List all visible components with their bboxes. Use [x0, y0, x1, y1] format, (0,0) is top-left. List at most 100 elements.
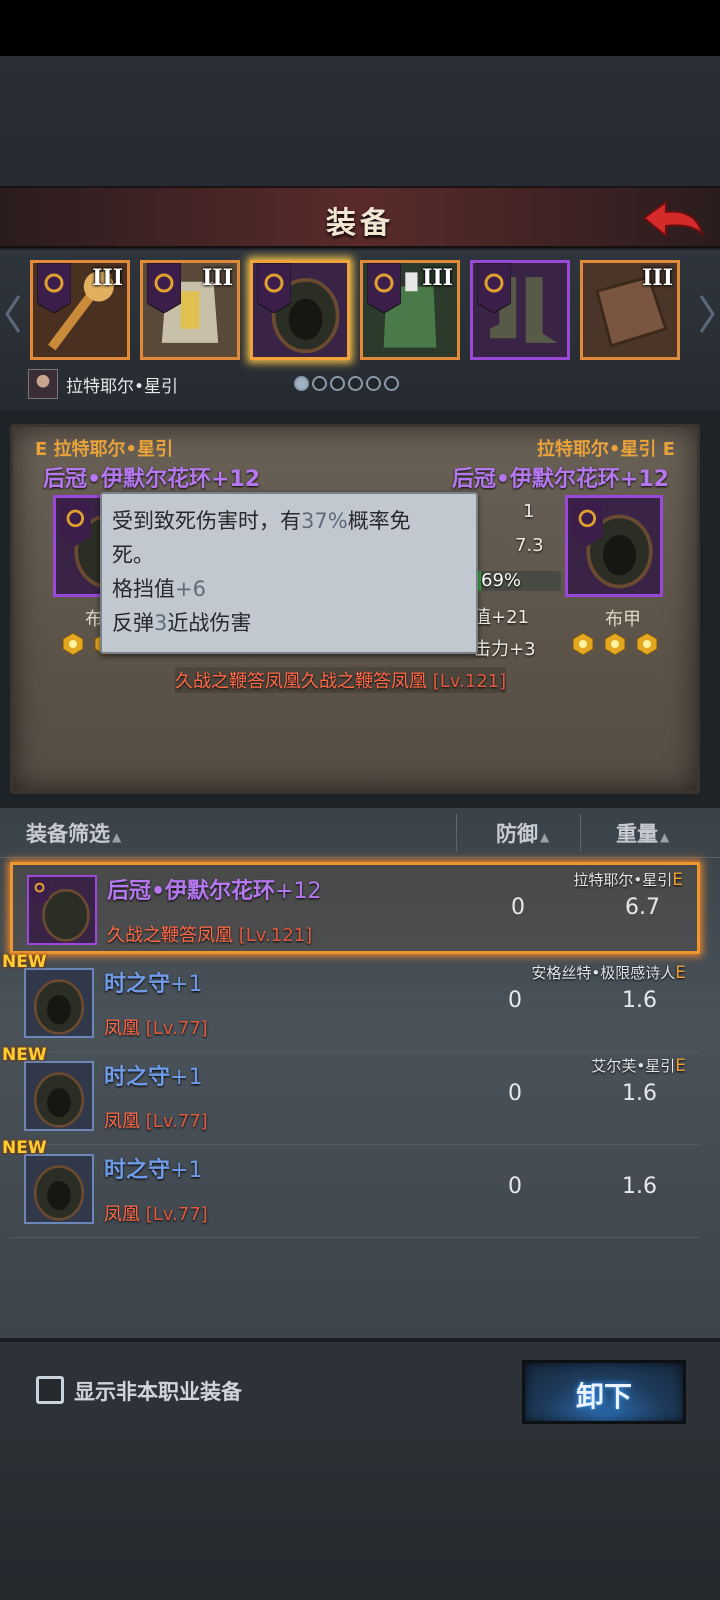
right-owner: 拉特耶尔•星引 E	[536, 439, 675, 460]
gem-socket-icon	[604, 632, 626, 656]
tier-label: III	[422, 265, 453, 291]
hood-icon	[33, 979, 85, 1035]
stat-value: 7.3	[515, 535, 544, 556]
tooltip-line: 受到致死伤害时，有37%概率免	[112, 509, 411, 533]
equipment-list: 装备筛选 ▲ 防御 ▲ 重量 ▲ 后冠•伊默尔花环+12 久战之鞭答凤凰 [Lv.12…	[0, 808, 720, 1360]
durability-bar: 69%	[469, 571, 561, 591]
chevron-right-icon[interactable]	[698, 294, 716, 334]
slot-head[interactable]	[250, 260, 350, 360]
page-dot[interactable]	[294, 376, 309, 391]
guild-banner-icon	[477, 263, 511, 313]
chevron-left-icon[interactable]	[4, 294, 22, 334]
stat-value: 击力+3	[473, 639, 536, 660]
slot-chest[interactable]: III	[140, 260, 240, 360]
page-dot[interactable]	[384, 376, 399, 391]
stat-value: 1	[523, 501, 535, 522]
show-other-class-checkbox[interactable]	[36, 1376, 64, 1404]
page-dot[interactable]	[330, 376, 345, 391]
guild-banner-icon	[147, 263, 181, 313]
effect-tooltip: 受到致死伤害时，有37%概率免 死。 格挡值+6 反弹3近战伤害	[100, 492, 478, 654]
hood-icon	[33, 1165, 85, 1221]
unequip-label: 卸下	[575, 1380, 632, 1413]
weight-sort-button[interactable]: 重量 ▲	[616, 818, 669, 848]
item-set: 凤凰 [Lv.77]	[104, 1111, 208, 1132]
item-owner: 艾尔芙•星引E	[591, 1056, 686, 1076]
item-set: 凤凰 [Lv.77]	[104, 1018, 208, 1039]
item-weight: 1.6	[622, 988, 657, 1013]
item-defense: 0	[508, 1081, 522, 1106]
hood-icon	[33, 1072, 85, 1128]
gem-socket-icon	[636, 632, 658, 656]
left-item-name: 后冠•伊默尔花环+12	[43, 467, 261, 492]
item-weight: 1.6	[622, 1081, 657, 1106]
tier-label: III	[202, 265, 233, 291]
page-dot[interactable]	[366, 376, 381, 391]
item-defense: 0	[511, 895, 525, 920]
list-item[interactable]: NEW 时之守+1 凤凰 [Lv.77] 0 1.6	[2, 1138, 700, 1238]
avatar	[28, 369, 58, 399]
item-set: 凤凰 [Lv.77]	[104, 1204, 208, 1225]
title-bar: 装备	[0, 186, 720, 248]
right-item-icon[interactable]	[565, 495, 663, 597]
page-dot[interactable]	[312, 376, 327, 391]
item-owner: 拉特耶尔•星引E	[573, 870, 683, 890]
character-name: 拉特耶尔•星引	[66, 376, 179, 397]
equipment-slot-bar: III III III III 拉特耶尔•星引	[0, 250, 720, 410]
page-indicator	[294, 376, 399, 391]
unequip-button[interactable]: 卸下	[522, 1360, 686, 1424]
hood-icon	[30, 877, 90, 942]
right-gem-slots	[571, 632, 659, 656]
item-name: 时之守+1	[104, 972, 203, 997]
item-weight: 6.7	[625, 895, 660, 920]
item-name: 时之守+1	[104, 1065, 203, 1090]
tooltip-line: 死。	[112, 543, 154, 567]
durability-percent: 69%	[481, 570, 522, 591]
set-name: 久战之鞭答凤凰久战之鞭答凤凰	[175, 671, 427, 692]
new-badge: NEW	[2, 952, 47, 972]
new-badge: NEW	[2, 1138, 47, 1158]
item-icon	[24, 968, 94, 1038]
item-icon	[24, 1154, 94, 1224]
gem-socket-icon	[572, 632, 594, 656]
tooltip-line: 反弹3近战伤害	[112, 611, 252, 635]
slot-armor[interactable]: III	[360, 260, 460, 360]
item-name: 后冠•伊默尔花环+12	[107, 879, 322, 904]
checkbox-label[interactable]: 显示非本职业装备	[74, 1376, 242, 1406]
list-item[interactable]: NEW 时之守+1 凤凰 [Lv.77] 安格丝特•极限感诗人E 0 1.6	[2, 952, 700, 1052]
page-dot[interactable]	[348, 376, 363, 391]
item-set: 久战之鞭答凤凰 [Lv.121]	[107, 925, 313, 946]
list-item[interactable]: 后冠•伊默尔花环+12 久战之鞭答凤凰 [Lv.121] 拉特耶尔•星引E 0 …	[10, 862, 700, 954]
tier-label: III	[92, 265, 123, 291]
defense-sort-button[interactable]: 防御 ▲	[496, 818, 549, 848]
slot-weapon[interactable]: III	[30, 260, 130, 360]
guild-banner-icon	[367, 263, 401, 313]
right-armor-type: 布甲	[605, 609, 641, 630]
item-defense: 0	[508, 988, 522, 1013]
guild-banner-icon	[257, 263, 291, 313]
item-owner: 安格丝特•极限感诗人E	[531, 963, 686, 983]
slot-boots[interactable]	[470, 260, 570, 360]
right-item-name: 后冠•伊默尔花环+12	[451, 467, 669, 492]
item-icon	[27, 875, 97, 945]
divider	[580, 814, 581, 852]
list-header: 装备筛选 ▲ 防御 ▲ 重量 ▲	[0, 808, 720, 858]
character-selector[interactable]: 拉特耶尔•星引	[28, 368, 178, 400]
tier-label: III	[642, 265, 673, 291]
guild-banner-icon	[37, 263, 71, 313]
status-area	[0, 0, 720, 56]
stat-value: 值+21	[473, 607, 529, 628]
left-owner: E 拉特耶尔•星引	[35, 439, 174, 460]
item-icon	[24, 1061, 94, 1131]
item-weight: 1.6	[622, 1174, 657, 1199]
set-bonus-line: 久战之鞭答凤凰久战之鞭答凤凰 [Lv.121]	[175, 667, 507, 693]
new-badge: NEW	[2, 1045, 47, 1065]
slot-book[interactable]: III	[580, 260, 680, 360]
list-item[interactable]: NEW 时之守+1 凤凰 [Lv.77] 艾尔芙•星引E 0 1.6	[2, 1045, 700, 1145]
top-backdrop	[0, 56, 720, 186]
back-arrow-icon[interactable]	[640, 196, 706, 242]
item-defense: 0	[508, 1174, 522, 1199]
bottom-bar: 显示非本职业装备 卸下	[0, 1338, 720, 1440]
page-title: 装备	[326, 206, 394, 241]
filter-sort-button[interactable]: 装备筛选 ▲	[26, 818, 121, 848]
tooltip-line: 格挡值+6	[112, 577, 206, 601]
